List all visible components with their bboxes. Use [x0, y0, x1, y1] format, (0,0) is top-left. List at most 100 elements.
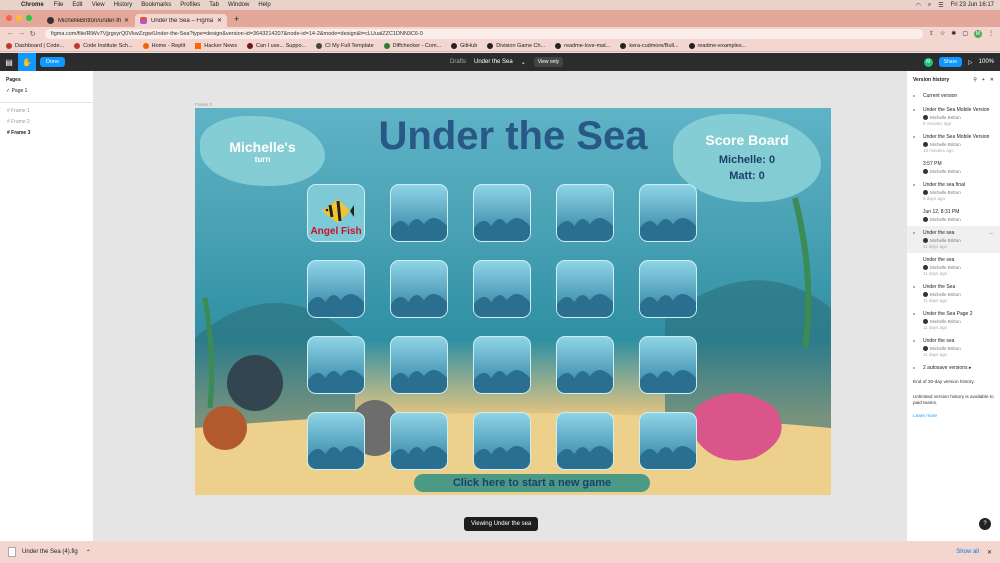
frame-label[interactable]: Frame 3 — [195, 102, 212, 107]
menu-bookmarks[interactable]: Bookmarks — [141, 2, 171, 8]
version-item[interactable]: Under the Sea Mobile Version Michelle Br… — [907, 103, 1000, 130]
layer-item[interactable]: # Frame 3 — [6, 130, 87, 136]
bookmark-item[interactable]: GitHub — [451, 42, 477, 49]
present-icon[interactable]: ▷ — [968, 59, 973, 66]
memory-card[interactable] — [307, 260, 365, 318]
version-item-selected[interactable]: ⋯ Under the sea Michelle Britton 11 days… — [907, 226, 1000, 253]
version-item[interactable]: Jun 12, 8:31 PM Michelle Britton — [907, 205, 1000, 226]
hand-tool-icon[interactable]: ✋ — [18, 53, 36, 71]
version-item[interactable]: Under the sea Michelle Britton 11 days a… — [907, 253, 1000, 280]
drafts-link[interactable]: Drafts — [450, 59, 466, 65]
bookmark-item[interactable]: Can I use... Suppo... — [246, 42, 306, 49]
memory-card[interactable] — [639, 336, 697, 394]
wifi-icon[interactable]: ◠ — [916, 2, 921, 9]
star-icon[interactable]: ☆ — [940, 30, 945, 37]
bookmark-item[interactable]: readme-examples... — [688, 42, 746, 49]
version-item[interactable]: Under the sea final Michelle Britton 5 d… — [907, 178, 1000, 205]
memory-card-revealed[interactable]: Angel Fish — [307, 184, 365, 242]
extensions-icon[interactable]: ✱ — [951, 30, 956, 37]
canvas[interactable]: Frame 3 Under the Sea Michelle's turn Sc… — [94, 71, 906, 541]
tab-github[interactable]: MichelleBritton/under-the-sea ✕ — [42, 14, 134, 27]
share-icon[interactable]: ⇪ — [929, 30, 934, 37]
bookmark-item[interactable]: kera-cudmore/Bull... — [620, 42, 679, 49]
memory-card[interactable] — [556, 336, 614, 394]
menu-edit[interactable]: Edit — [72, 2, 82, 8]
bookmark-item[interactable]: Home - Replit — [142, 42, 185, 49]
bookmark-item[interactable]: readme-love-mat... — [555, 42, 610, 49]
sidebar-icon[interactable]: ▢ — [962, 30, 968, 37]
menu-view[interactable]: View — [92, 2, 105, 8]
reload-icon[interactable]: ↻ — [28, 30, 37, 38]
game-frame[interactable]: Under the Sea Michelle's turn Score Boar… — [195, 108, 831, 495]
bookmark-item[interactable]: CI My Full Template — [316, 42, 374, 49]
bookmark-item[interactable]: Division Game Ch... — [487, 42, 545, 49]
chevron-up-icon[interactable]: ⌃ — [86, 549, 91, 556]
done-button[interactable]: Done — [40, 57, 66, 67]
add-version-icon[interactable]: + — [982, 77, 985, 83]
back-icon[interactable]: ← — [6, 30, 15, 37]
menu-help[interactable]: Help — [258, 2, 270, 8]
memory-card[interactable] — [639, 184, 697, 242]
version-item[interactable]: 3:57 PM Michelle Britton — [907, 157, 1000, 178]
close-icon[interactable]: ✕ — [217, 17, 222, 24]
menu-history[interactable]: History — [114, 2, 133, 8]
show-all-button[interactable]: Show all — [956, 549, 979, 555]
menu-window[interactable]: Window — [228, 2, 249, 8]
memory-card[interactable] — [639, 412, 697, 470]
memory-card[interactable] — [556, 412, 614, 470]
maximize-window-button[interactable] — [26, 15, 32, 21]
bookmark-item[interactable]: Code Institute Sch... — [74, 42, 133, 49]
memory-card[interactable] — [556, 184, 614, 242]
version-item-current[interactable]: Current version — [907, 89, 1000, 103]
autosave-versions-toggle[interactable]: 2 autosave versions ▸ — [907, 361, 1000, 375]
version-item[interactable]: Under the Sea Mobile Version Michelle Br… — [907, 130, 1000, 157]
user-avatar[interactable]: M — [923, 57, 933, 67]
new-game-button[interactable]: Click here to start a new game — [414, 474, 650, 492]
file-title[interactable]: Under the Sea — [474, 59, 513, 65]
close-window-button[interactable] — [6, 15, 12, 21]
memory-card[interactable] — [307, 412, 365, 470]
memory-card[interactable] — [473, 184, 531, 242]
close-icon[interactable]: ✕ — [990, 77, 994, 83]
download-filename[interactable]: Under the Sea (4).fig — [22, 549, 78, 555]
close-icon[interactable]: ✕ — [987, 549, 992, 556]
control-center-icon[interactable]: ☰ — [938, 2, 943, 9]
zoom-level[interactable]: 100% — [979, 59, 994, 65]
memory-card[interactable] — [390, 260, 448, 318]
share-button[interactable]: Share — [938, 57, 963, 67]
close-icon[interactable]: ✕ — [124, 17, 129, 24]
version-item[interactable]: Under the sea Michelle Britton 11 days a… — [907, 334, 1000, 361]
memory-card[interactable] — [390, 184, 448, 242]
tab-figma[interactable]: Under the Sea – Figma ✕ — [135, 14, 227, 27]
bookmark-item[interactable]: Hacker News — [195, 42, 237, 49]
forward-icon[interactable]: → — [17, 30, 26, 37]
memory-card[interactable] — [307, 336, 365, 394]
layer-item[interactable]: # Frame 2 — [6, 119, 87, 125]
page-item[interactable]: ✓ Page 1 — [6, 88, 87, 94]
bookmark-item[interactable]: Diffchecker - Com... — [383, 42, 441, 49]
memory-card[interactable] — [639, 260, 697, 318]
search-icon[interactable]: ⌕ — [928, 2, 931, 9]
version-item[interactable]: Under the Sea Page 2 Michelle Britton 11… — [907, 307, 1000, 334]
filter-icon[interactable]: ⚲ — [973, 77, 977, 83]
minimize-window-button[interactable] — [16, 15, 22, 21]
main-menu-icon[interactable]: ▤ — [0, 53, 18, 71]
profile-avatar[interactable]: M — [974, 29, 982, 38]
chevron-down-icon[interactable]: ⌄ — [521, 59, 526, 66]
menu-tab[interactable]: Tab — [209, 2, 219, 8]
url-input[interactable]: figma.com/file/RlWv7VjjrgxyrQ0VkwZzgw/Un… — [45, 28, 923, 39]
help-icon[interactable]: ? — [979, 518, 991, 530]
kebab-menu-icon[interactable]: ⋮ — [988, 30, 994, 37]
menu-file[interactable]: File — [54, 2, 64, 8]
memory-card[interactable] — [390, 412, 448, 470]
memory-card[interactable] — [473, 336, 531, 394]
memory-card[interactable] — [390, 336, 448, 394]
menubar-datetime[interactable]: Fri 23 Jun 16:17 — [951, 2, 994, 8]
version-item[interactable]: Under the Sea Michelle Britton 11 days a… — [907, 280, 1000, 307]
layer-item[interactable]: # Frame 1 — [6, 108, 87, 114]
menu-profiles[interactable]: Profiles — [180, 2, 200, 8]
memory-card[interactable] — [556, 260, 614, 318]
learn-more-link[interactable]: Learn more — [907, 411, 1000, 420]
memory-card[interactable] — [473, 412, 531, 470]
memory-card[interactable] — [473, 260, 531, 318]
